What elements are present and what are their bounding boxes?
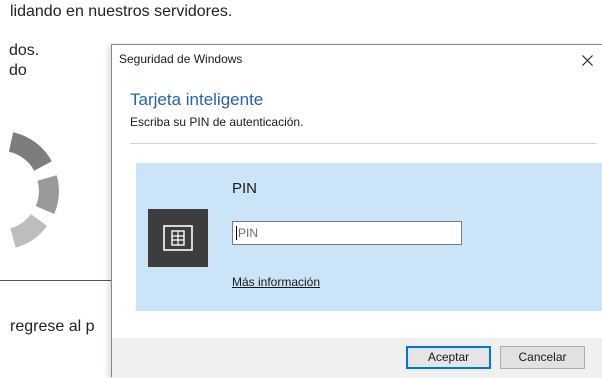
cancel-button[interactable]: Cancelar bbox=[500, 346, 585, 369]
pin-placeholder: PIN bbox=[238, 226, 259, 240]
close-icon bbox=[582, 55, 593, 66]
pin-input[interactable]: PIN bbox=[232, 221, 462, 245]
loading-spinner-icon bbox=[8, 132, 59, 248]
background-text-line-2: dos. bbox=[9, 42, 40, 59]
dialog-subtitle: Escriba su PIN de autenticación. bbox=[130, 115, 304, 129]
accept-button[interactable]: Aceptar bbox=[406, 346, 491, 369]
background-text-line-1: lidando en nuestros servidores. bbox=[10, 3, 233, 20]
close-button[interactable] bbox=[574, 45, 602, 75]
background-text-line-3: do bbox=[9, 62, 27, 79]
text-caret bbox=[236, 226, 237, 240]
more-info-link[interactable]: Más información bbox=[232, 275, 320, 289]
background-text-line-4: regrese al p bbox=[10, 318, 95, 335]
windows-security-dialog: Seguridad de Windows Tarjeta inteligente… bbox=[111, 44, 602, 378]
dialog-title: Seguridad de Windows bbox=[119, 52, 243, 66]
pin-label: PIN bbox=[232, 180, 258, 197]
dialog-footer: Aceptar Cancelar bbox=[112, 338, 602, 378]
dialog-heading: Tarjeta inteligente bbox=[130, 90, 264, 109]
background-divider bbox=[0, 280, 112, 281]
header-divider bbox=[130, 143, 597, 144]
smart-card-icon bbox=[148, 209, 208, 267]
smart-card-credential-tile[interactable]: PIN PIN Más información bbox=[136, 163, 602, 311]
dialog-titlebar[interactable]: Seguridad de Windows bbox=[112, 45, 602, 75]
